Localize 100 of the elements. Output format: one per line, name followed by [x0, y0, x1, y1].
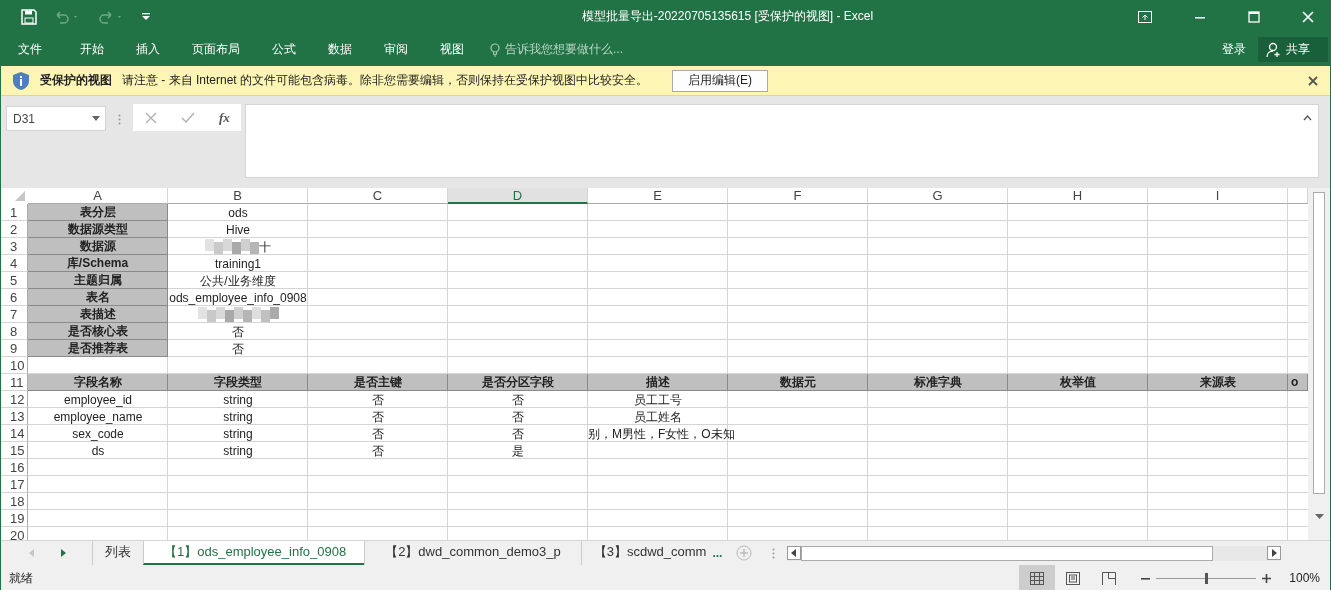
vertical-scrollbar[interactable] [1308, 188, 1330, 540]
cell-text: ods [228, 204, 248, 221]
lightbulb-icon [490, 42, 500, 57]
ribbon-tab[interactable]: 插入 [120, 41, 176, 58]
column-header[interactable]: F [728, 188, 868, 204]
cell-text: 别，M男性，F女性，O未知 [588, 425, 735, 442]
window-title: 模型批量导出-20220705135615 [受保护的视图] - Excel [580, 8, 875, 25]
column-title-cell: 是否分区字段 [448, 374, 588, 391]
name-box[interactable]: D31 [6, 106, 106, 131]
share-button[interactable]: 共享 [1258, 37, 1328, 62]
cell-text: 否 [372, 408, 384, 425]
scroll-thumb[interactable] [801, 545, 1214, 561]
scroll-right-icon[interactable] [1267, 546, 1282, 560]
column-title-cell: o [1288, 374, 1308, 391]
cell-text: 是 [512, 442, 524, 459]
shield-icon [12, 70, 30, 91]
ribbon-tab[interactable]: 视图 [424, 41, 480, 58]
enable-editing-button[interactable]: 启用编辑(E) [672, 69, 769, 92]
scroll-down-icon[interactable] [1314, 514, 1324, 520]
customize-icon[interactable] [141, 11, 151, 22]
label-cell: 是否核心表 [28, 323, 168, 340]
zoom-in-icon[interactable] [1262, 573, 1272, 583]
sign-in-link[interactable]: 登录 [1222, 41, 1258, 58]
sheet-tab[interactable]: 【1】ods_employee_info_0908 [143, 541, 365, 565]
insert-function-button[interactable]: fx [219, 109, 230, 126]
protected-view-title: 受保护的视图 [40, 72, 112, 89]
cell-text: sex_code [72, 425, 124, 442]
maximize-icon[interactable] [1248, 10, 1260, 23]
blurred-text-drawing [205, 239, 259, 254]
cell-text: string [223, 442, 253, 459]
column-header[interactable]: C [308, 188, 448, 204]
cell-text: employee_name [53, 408, 143, 425]
ribbon-tab[interactable]: 数据 [312, 41, 368, 58]
column-title-cell: 来源表 [1148, 374, 1288, 391]
cell-text: ds [91, 442, 105, 459]
ribbon-tab[interactable]: 开始 [64, 41, 120, 58]
more-icon [118, 114, 121, 125]
column-title-cell: 描述 [588, 374, 728, 391]
cell-text: 员工工号 [634, 391, 682, 408]
person-add-icon [1266, 41, 1282, 58]
collapse-icon[interactable] [1303, 115, 1312, 121]
cell-text: 十 [259, 238, 271, 255]
label-cell: 数据源类型 [28, 221, 168, 238]
cell-text: 否 [512, 425, 524, 442]
status-text: 就绪 [9, 569, 33, 587]
normal-view-icon [1030, 571, 1045, 585]
cell-text: 否 [232, 340, 244, 357]
cell-text: string [223, 391, 253, 408]
next-sheet-icon[interactable] [61, 549, 66, 557]
scroll-thumb[interactable] [1313, 192, 1325, 494]
cell-text: 公共/业务维度 [200, 272, 276, 289]
ribbon-tab[interactable]: 文件 [1, 41, 64, 58]
cell-text: string [223, 408, 253, 425]
label-cell: 是否推荐表 [28, 340, 168, 357]
ribbon-display-icon[interactable] [1138, 10, 1152, 23]
label-cell: 表描述 [28, 306, 168, 323]
tell-me-field[interactable]: 告诉我您想要做什么... [480, 41, 623, 58]
cell-text: employee_id [63, 391, 132, 408]
column-title-cell: 标准字典 [868, 374, 1008, 391]
ribbon-tab[interactable]: 公式 [256, 41, 312, 58]
cell-text: string [223, 425, 253, 442]
ribbon-tab[interactable]: 审阅 [368, 41, 424, 58]
scroll-left-icon[interactable] [787, 546, 802, 560]
column-title-cell: 枚举值 [1008, 374, 1148, 391]
column-header[interactable]: A [28, 188, 168, 204]
label-cell: 表名 [28, 289, 168, 306]
cell-text: Hive [226, 221, 250, 238]
column-header[interactable]: G [868, 188, 1008, 204]
close-icon[interactable] [1308, 75, 1318, 86]
column-title-cell: 字段类型 [168, 374, 308, 391]
ribbon-tab[interactable]: 页面布局 [176, 41, 256, 58]
cell-text: 否 [372, 391, 384, 408]
column-header[interactable]: D [448, 188, 588, 204]
column-header[interactable]: E [588, 188, 728, 204]
cell-text: 否 [512, 408, 524, 425]
label-cell: 主题归属 [28, 272, 168, 289]
dropdown-icon [92, 116, 100, 121]
save-icon[interactable] [21, 8, 37, 25]
horizontal-scrollbar[interactable] [787, 545, 1282, 561]
cell-text: 否 [372, 442, 384, 459]
cell-text: 否 [372, 425, 384, 442]
cell-text: 员工姓名 [634, 408, 682, 425]
cell-text: ods_employee_info_0908 [169, 289, 307, 306]
protected-view-message: 请注意 - 来自 Internet 的文件可能包含病毒。除非您需要编辑，否则保持在受保护视图中比较安全。 [122, 72, 649, 89]
label-cell: 表分层 [28, 204, 168, 221]
zoom-slider-thumb[interactable] [1205, 572, 1209, 584]
check-icon[interactable] [181, 111, 195, 124]
column-header[interactable]: H [1008, 188, 1148, 204]
column-title-cell: 字段名称 [28, 374, 168, 391]
column-header[interactable]: I [1148, 188, 1288, 204]
column-title-cell: 数据元 [728, 374, 868, 391]
label-cell: 数据源 [28, 238, 168, 255]
column-header[interactable]: B [168, 188, 308, 204]
zoom-level[interactable]: 100% [1289, 571, 1320, 585]
cell-text: 否 [232, 323, 244, 340]
cell-text: training1 [215, 255, 261, 272]
column-title-cell: 是否主键 [308, 374, 448, 391]
normal-view-button[interactable] [1019, 565, 1056, 590]
page-layout-icon [1066, 571, 1081, 585]
cell-text: 否 [512, 391, 524, 408]
